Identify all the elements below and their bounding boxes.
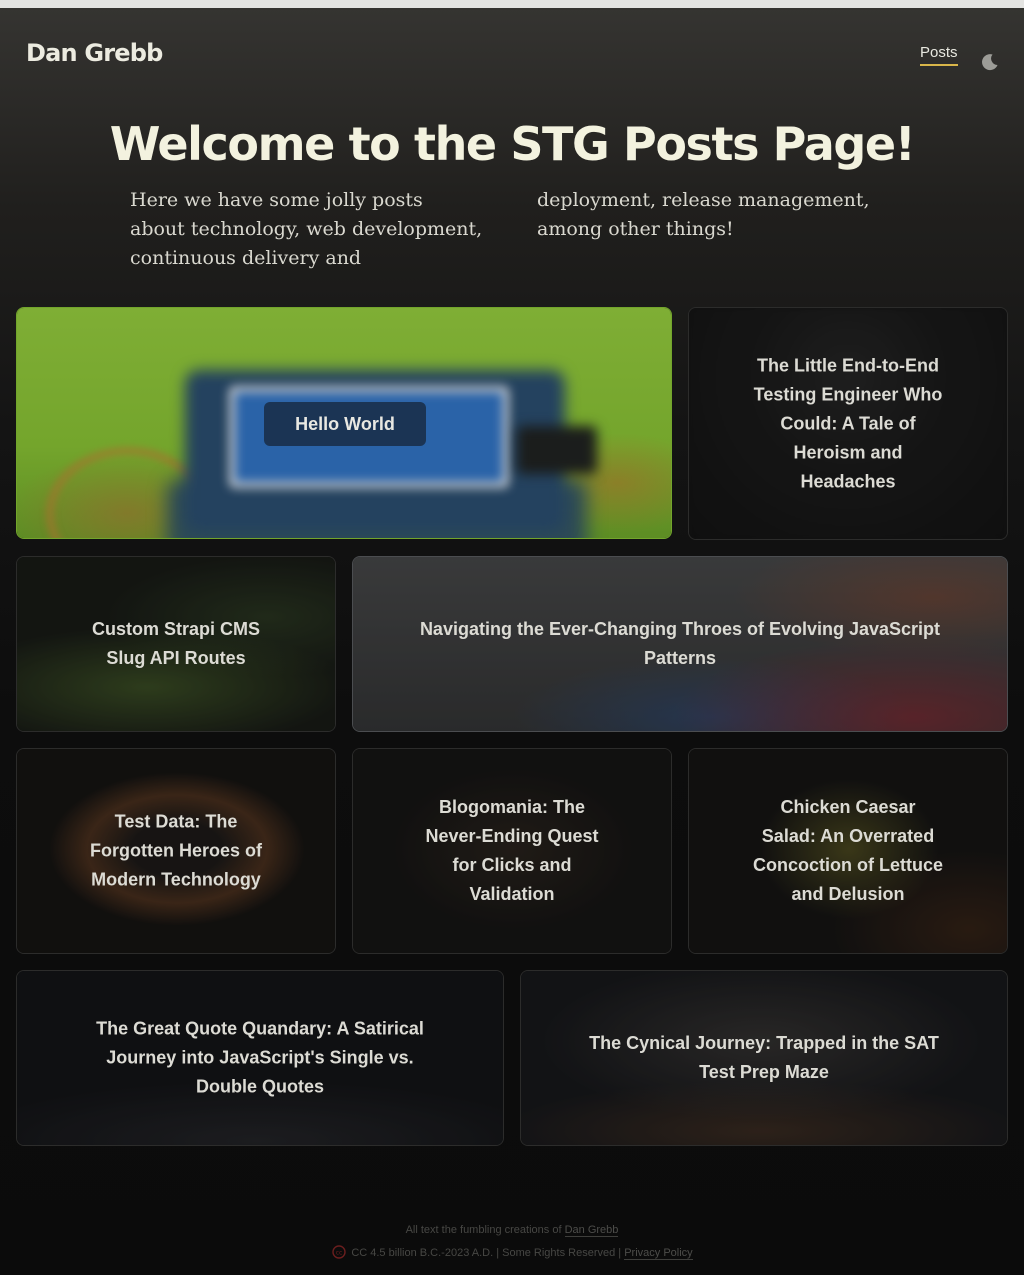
post-card-title: Hello World [264, 402, 426, 446]
post-card-chicken-caesar-salad[interactable]: Chicken Caesar Salad: An Overrated Conco… [688, 748, 1008, 954]
post-card-sat-test-prep[interactable]: The Cynical Journey: Trapped in the SAT … [520, 970, 1008, 1146]
post-card-title: Navigating the Ever-Changing Throes of E… [419, 619, 941, 668]
post-card-hello-world[interactable]: Hello World [16, 307, 672, 539]
post-card-title: Custom Strapi CMS Slug API Routes [91, 619, 260, 668]
browser-top-strip [0, 0, 1024, 8]
privacy-policy-link[interactable]: Privacy Policy [624, 1247, 693, 1260]
svg-text:cc: cc [336, 1250, 343, 1257]
post-card-javascript-patterns[interactable]: Navigating the Ever-Changing Throes of E… [352, 556, 1008, 732]
post-card-end-to-end-testing[interactable]: The Little End-to-End Testing Engineer W… [688, 307, 1008, 540]
post-card-strapi-slug-routes[interactable]: Custom Strapi CMS Slug API Routes [16, 556, 336, 732]
post-card-title: The Great Quote Quandary: A Satirical Jo… [96, 1018, 424, 1097]
post-card-title: Blogomania: The Never-Ending Quest for C… [425, 797, 599, 904]
site-header: Dan Grebb Posts [0, 8, 1024, 100]
nav-link-posts[interactable]: Posts [920, 44, 958, 66]
post-card-title: Chicken Caesar Salad: An Overrated Conco… [753, 797, 943, 904]
page-intro: Here we have some jolly posts about tech… [130, 189, 870, 269]
post-card-test-data[interactable]: Test Data: The Forgotten Heroes of Moder… [16, 748, 336, 954]
site-logo-link[interactable]: Dan Grebb [26, 39, 163, 67]
creative-commons-icon: cc [331, 1245, 347, 1259]
page-title: Welcome to the STG Posts Page! [109, 117, 916, 171]
post-card-blogomania[interactable]: Blogomania: The Never-Ending Quest for C… [352, 748, 672, 954]
post-card-title: Test Data: The Forgotten Heroes of Moder… [89, 811, 262, 890]
moon-icon[interactable] [980, 52, 1000, 72]
footer-credit-text: All text the fumbling creations of [405, 1224, 562, 1236]
footer-license: cc CC 4.5 billion B.C.-2023 A.D. | Some … [0, 1245, 1024, 1260]
footer-credit: All text the fumbling creations of Dan G… [0, 1224, 1024, 1237]
footer-author-link[interactable]: Dan Grebb [564, 1224, 619, 1237]
post-card-title: The Little End-to-End Testing Engineer W… [753, 355, 943, 491]
post-card-quote-quandary[interactable]: The Great Quote Quandary: A Satirical Jo… [16, 970, 504, 1146]
post-card-title: The Cynical Journey: Trapped in the SAT … [589, 1033, 939, 1082]
footer-license-text: CC 4.5 billion B.C.-2023 A.D. | Some Rig… [351, 1247, 622, 1259]
